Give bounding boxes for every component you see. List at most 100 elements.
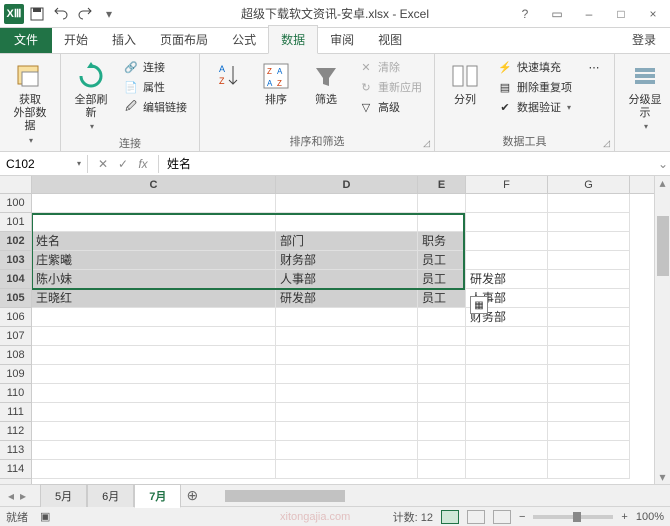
cell[interactable] [466,251,548,270]
enter-formula-icon[interactable]: ✓ [114,155,132,173]
tab-review[interactable]: 审阅 [318,26,366,53]
cell[interactable] [32,422,276,441]
cell[interactable] [32,403,276,422]
zoom-level[interactable]: 100% [636,511,664,523]
cell[interactable] [548,460,630,479]
cell[interactable] [548,346,630,365]
redo-icon[interactable] [74,3,96,25]
cell[interactable] [276,403,418,422]
edit-links-button[interactable]: 🖉编辑链接 [119,98,191,116]
select-all-button[interactable] [0,176,31,194]
login-link[interactable]: 登录 [618,26,670,53]
tab-formulas[interactable]: 公式 [220,26,268,53]
row-header[interactable]: 100 [0,194,31,213]
horizontal-scrollbar[interactable] [223,488,670,504]
cell[interactable]: 王晓红 [32,289,276,308]
restore-button[interactable]: □ [610,3,632,25]
row-header[interactable]: 109 [0,365,31,384]
name-box[interactable]: ▾ [0,155,88,173]
cell[interactable] [548,213,630,232]
cell[interactable] [276,308,418,327]
cell[interactable] [32,365,276,384]
row-header[interactable]: 101 [0,213,31,232]
sheet-tab[interactable]: 7月 [134,484,181,508]
col-header[interactable]: F [466,176,548,193]
cell[interactable] [32,460,276,479]
cell[interactable] [418,441,466,460]
cell[interactable] [466,346,548,365]
qat-customize-icon[interactable]: ▾ [98,3,120,25]
page-layout-view-button[interactable] [467,510,485,524]
formula-expand-icon[interactable]: ⌄ [656,157,670,171]
cell[interactable] [418,460,466,479]
cell[interactable]: 职务 [418,232,466,251]
filter-button[interactable]: 筛选 [304,58,348,109]
cell[interactable] [548,327,630,346]
cell[interactable]: 员工 [418,289,466,308]
save-icon[interactable] [26,3,48,25]
cell[interactable]: 员工 [418,270,466,289]
name-box-input[interactable] [6,157,66,171]
spreadsheet[interactable]: 1001011021031041051061071081091101111121… [0,176,670,484]
col-header[interactable]: E [418,176,466,193]
cell[interactable] [418,308,466,327]
cell[interactable] [276,213,418,232]
cell[interactable] [32,441,276,460]
cell[interactable] [548,289,630,308]
excel-icon[interactable]: XⅢ [4,4,24,24]
cell[interactable] [418,365,466,384]
file-tab[interactable]: 文件 [0,26,52,53]
help-icon[interactable]: ? [514,3,536,25]
cell[interactable] [466,384,548,403]
cell[interactable] [466,327,548,346]
row-header[interactable]: 103 [0,251,31,270]
cell[interactable]: 研发部 [276,289,418,308]
cell[interactable] [466,213,548,232]
fx-icon[interactable]: fx [134,155,152,173]
row-header[interactable]: 106 [0,308,31,327]
sheet-nav[interactable]: ◂▸ [0,489,34,503]
remove-duplicates-button[interactable]: ▤删除重复项 [493,78,576,96]
get-external-data-button[interactable]: 获取 外部数据 ▾ [8,58,52,147]
close-button[interactable]: × [642,3,664,25]
row-header[interactable]: 113 [0,441,31,460]
row-header[interactable]: 110 [0,384,31,403]
row-header[interactable]: 102 [0,232,31,251]
row-header[interactable]: 105 [0,289,31,308]
sheet-tab[interactable]: 6月 [87,484,134,507]
cell[interactable] [32,327,276,346]
cell[interactable] [418,384,466,403]
ribbon-toggle-icon[interactable]: ▭ [546,3,568,25]
col-header[interactable]: G [548,176,630,193]
cell[interactable] [548,194,630,213]
cell[interactable] [548,422,630,441]
row-header[interactable]: 112 [0,422,31,441]
text-to-columns-button[interactable]: 分列 [443,58,487,109]
zoom-slider[interactable] [533,515,613,519]
cell[interactable] [466,422,548,441]
advanced-filter-button[interactable]: ▽高级 [354,98,426,116]
cell[interactable] [418,194,466,213]
cell[interactable] [32,308,276,327]
sort-asc-button[interactable]: AZ [208,58,248,94]
normal-view-button[interactable] [441,510,459,524]
cell[interactable] [418,213,466,232]
cell[interactable] [276,346,418,365]
tab-home[interactable]: 开始 [52,26,100,53]
macro-record-icon[interactable]: ▣ [40,510,50,523]
cell[interactable] [32,346,276,365]
cell[interactable] [418,327,466,346]
row-header[interactable]: 111 [0,403,31,422]
cell[interactable]: 研发部 [466,270,548,289]
col-header[interactable]: D [276,176,418,193]
properties-button[interactable]: 📄属性 [119,78,191,96]
chevron-down-icon[interactable]: ▾ [77,159,81,168]
row-header[interactable]: 107 [0,327,31,346]
cell[interactable]: 财务部 [276,251,418,270]
row-header[interactable]: 114 [0,460,31,479]
cell[interactable] [276,460,418,479]
sort-button[interactable]: ZAAZ 排序 [254,58,298,109]
row-header[interactable]: 108 [0,346,31,365]
cell[interactable]: 员工 [418,251,466,270]
cell[interactable] [466,460,548,479]
